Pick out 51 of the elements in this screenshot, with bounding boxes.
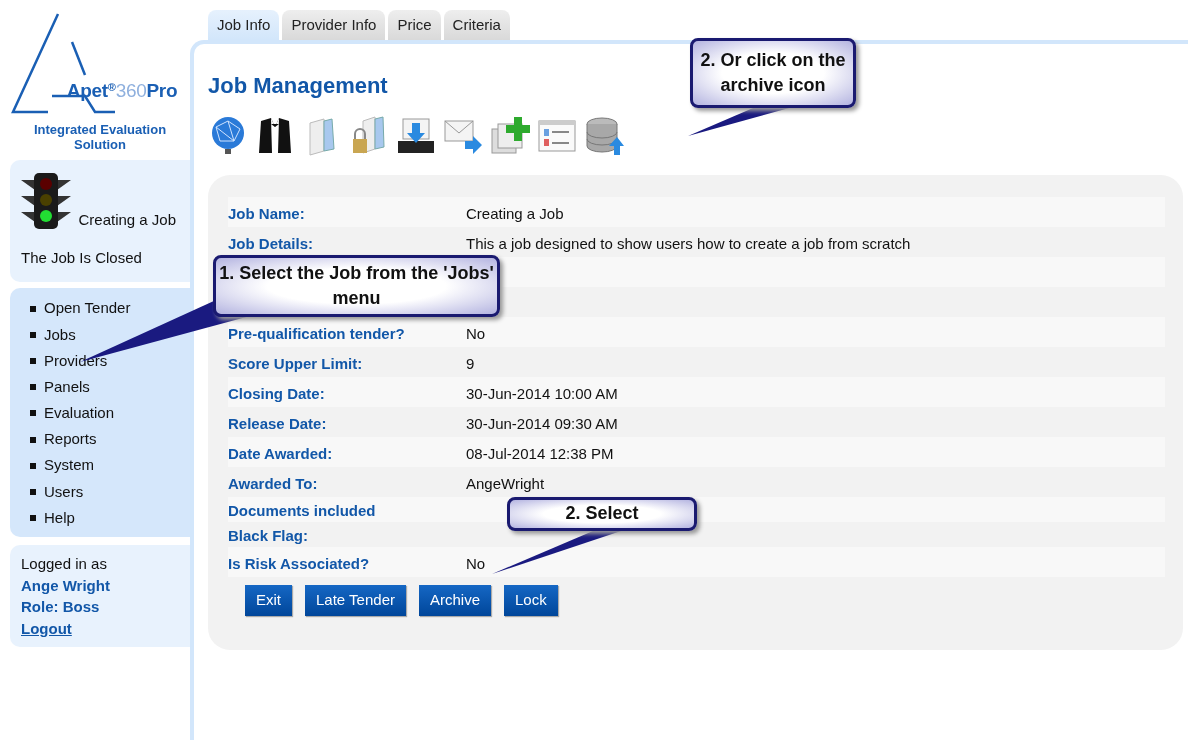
field-value: No bbox=[466, 554, 486, 574]
field-value: 30-Jun-2014 09:30 AM bbox=[466, 414, 618, 434]
field-value: 9 bbox=[466, 354, 475, 374]
field-label: Pre-qualification tender? bbox=[228, 324, 406, 344]
login-label: Logged in as bbox=[21, 554, 108, 575]
tab[interactable]: Criteria bbox=[443, 10, 510, 40]
callout: 1. Select the Job from the 'Jobs' menu bbox=[213, 255, 500, 317]
field-label: Release Date: bbox=[228, 414, 328, 434]
job-status: The Job Is Closed bbox=[21, 248, 143, 268]
action-button[interactable]: Late Tender bbox=[305, 585, 406, 616]
menu-item[interactable]: Evaluation bbox=[30, 400, 190, 427]
field-label: Closing Date: bbox=[228, 384, 326, 404]
field-label: Documents included bbox=[228, 501, 377, 521]
page-title: Job Management bbox=[208, 72, 388, 100]
logo-tagline: Integrated Evaluation Solution bbox=[32, 123, 168, 152]
menu-item[interactable]: Providers bbox=[30, 347, 190, 375]
user-role: Role: Boss bbox=[21, 597, 101, 618]
database-upload-icon[interactable] bbox=[584, 115, 626, 157]
field-label: Job Name: bbox=[228, 204, 306, 224]
menu-item[interactable]: Panels bbox=[30, 374, 190, 401]
field-label: Is Risk Associated? bbox=[228, 554, 371, 574]
field-value: 08-Jul-2014 12:38 PM bbox=[466, 444, 614, 464]
field-label: Job Details: bbox=[228, 234, 315, 254]
job-name: Creating a Job bbox=[78, 210, 177, 230]
callout: 2. Or click on the archive icon bbox=[690, 38, 856, 108]
field-label: Date Awarded: bbox=[228, 444, 334, 464]
tab[interactable]: Job Info bbox=[208, 10, 280, 40]
tab[interactable]: Price bbox=[388, 10, 441, 40]
field-value: No bbox=[466, 324, 486, 344]
action-button[interactable]: Archive bbox=[419, 585, 491, 616]
menu-item[interactable]: Open Tender bbox=[30, 295, 190, 322]
field-value: Creating a Job bbox=[466, 204, 564, 224]
pages-plus-icon[interactable] bbox=[490, 115, 532, 157]
callout: 2. Select bbox=[507, 497, 697, 531]
menu-item[interactable]: Users bbox=[30, 478, 190, 505]
menu-item[interactable]: Reports bbox=[30, 426, 190, 453]
action-button[interactable]: Exit bbox=[245, 585, 292, 616]
tab[interactable]: Provider Info bbox=[282, 10, 386, 40]
field-value: 30-Jun-2014 10:00 AM bbox=[466, 384, 618, 404]
user-name: Ange Wright bbox=[21, 575, 111, 596]
field-label: Score Upper Limit: bbox=[228, 354, 364, 374]
menu-item[interactable]: System bbox=[30, 452, 190, 479]
logout-link[interactable]: Logout bbox=[21, 617, 72, 640]
field-label: Awarded To: bbox=[228, 474, 319, 494]
menu-item[interactable]: Jobs bbox=[30, 321, 190, 348]
field-value: This a job designed to show users how to create a job from scratch bbox=[466, 234, 911, 254]
traffic-light-housing bbox=[21, 173, 71, 229]
field-label: Black Flag: bbox=[228, 526, 310, 546]
action-button[interactable]: Lock bbox=[504, 585, 558, 616]
menu-item[interactable]: Help bbox=[30, 505, 190, 532]
field-value: AngeWright bbox=[466, 474, 545, 494]
